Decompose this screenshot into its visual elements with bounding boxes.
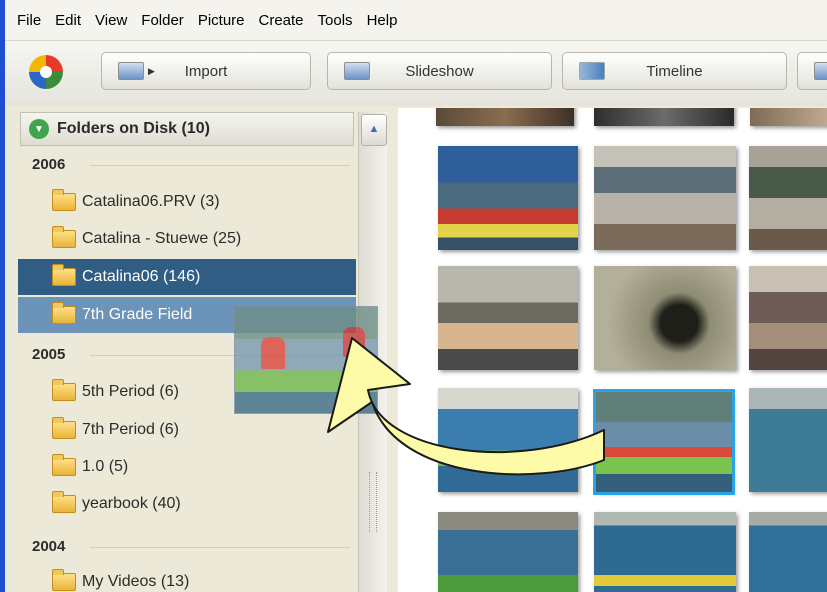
menu-folder[interactable]: Folder [141, 12, 184, 29]
photo-thumbnail[interactable] [749, 146, 827, 250]
toolbar: ▶ Import Slideshow Timeline [5, 40, 827, 106]
menu-picture[interactable]: Picture [198, 12, 245, 29]
photo-thumbnail[interactable] [594, 146, 736, 250]
menu-edit[interactable]: Edit [55, 12, 81, 29]
slideshow-button[interactable]: Slideshow [327, 52, 552, 90]
menu-view[interactable]: View [95, 12, 127, 29]
photo-thumbnail[interactable] [594, 108, 734, 126]
folders-header[interactable]: ▼ Folders on Disk (10) [20, 112, 354, 146]
folder-icon [52, 264, 76, 286]
folders-header-label: Folders on Disk (10) [57, 120, 210, 137]
import-button[interactable]: ▶ Import [101, 52, 311, 90]
photo-thumbnail[interactable] [594, 266, 736, 370]
photo-thumbnail[interactable] [594, 512, 736, 592]
expand-toggle-icon[interactable]: ▼ [29, 119, 49, 139]
year-label: 2004 [32, 538, 66, 555]
folder-label: Catalina06 (146) [82, 268, 201, 285]
toolbar-overflow-button[interactable] [797, 52, 827, 90]
photo-thumbnail[interactable] [749, 512, 827, 592]
folder-item[interactable]: yearbook (40) [18, 486, 356, 522]
folder-icon [52, 379, 76, 401]
menu-create[interactable]: Create [259, 12, 304, 29]
import-label: Import [184, 62, 228, 80]
folder-icon [52, 417, 76, 439]
photo-thumbnail[interactable] [438, 266, 578, 370]
folder-label: Catalina06.PRV (3) [82, 193, 220, 210]
menu-help[interactable]: Help [367, 12, 398, 29]
year-label: 2005 [32, 346, 66, 363]
folder-label: 7th Period (6) [82, 421, 179, 438]
folder-label: 1.0 (5) [82, 458, 129, 475]
photo-thumbnail[interactable] [749, 388, 827, 492]
folder-label: 5th Period (6) [82, 383, 179, 400]
folder-label: Catalina - Stuewe (25) [82, 230, 242, 247]
menu-tools[interactable]: Tools [318, 12, 353, 29]
folder-item-selected[interactable]: Catalina06 (146) [18, 259, 356, 295]
timeline-button[interactable]: Timeline [562, 52, 787, 90]
photo-thumbnail[interactable] [438, 146, 578, 250]
menu-file[interactable]: File [17, 12, 41, 29]
photo-thumbnail[interactable] [749, 266, 827, 370]
timeline-label: Timeline [646, 62, 703, 80]
folder-icon [52, 569, 76, 591]
folder-item[interactable]: My Videos (13) [18, 564, 356, 592]
folder-item[interactable]: Catalina06.PRV (3) [18, 184, 356, 220]
photo-thumbnail[interactable] [750, 108, 827, 126]
divider [90, 165, 350, 166]
folder-item[interactable]: 1.0 (5) [18, 449, 356, 485]
menu-bar: File Edit View Folder Picture Create Too… [5, 0, 827, 40]
folder-icon [52, 454, 76, 476]
folder-icon [52, 302, 76, 324]
scroll-up-icon[interactable]: ▲ [361, 114, 387, 146]
folder-icon [52, 189, 76, 211]
folder-icon [52, 491, 76, 513]
collage-icon [814, 62, 827, 80]
picasa-logo-icon [29, 55, 63, 89]
folder-item[interactable]: 7th Period (6) [18, 412, 356, 448]
photo-thumbnail-selected[interactable] [593, 389, 735, 495]
thumbnail-grid [398, 108, 827, 592]
folder-label: 7th Grade Field [82, 306, 193, 323]
slideshow-label: Slideshow [405, 62, 474, 80]
folder-icon [52, 226, 76, 248]
year-label: 2006 [32, 156, 66, 173]
scroll-grip[interactable] [369, 472, 377, 532]
photo-thumbnail[interactable] [438, 512, 578, 592]
folder-item[interactable]: Catalina - Stuewe (25) [18, 221, 356, 257]
photo-thumbnail[interactable] [438, 388, 578, 492]
divider [90, 547, 350, 548]
folder-label: My Videos (13) [82, 573, 190, 590]
photo-thumbnail[interactable] [436, 108, 574, 126]
folder-label: yearbook (40) [82, 495, 181, 512]
drag-ghost-image [234, 306, 378, 414]
